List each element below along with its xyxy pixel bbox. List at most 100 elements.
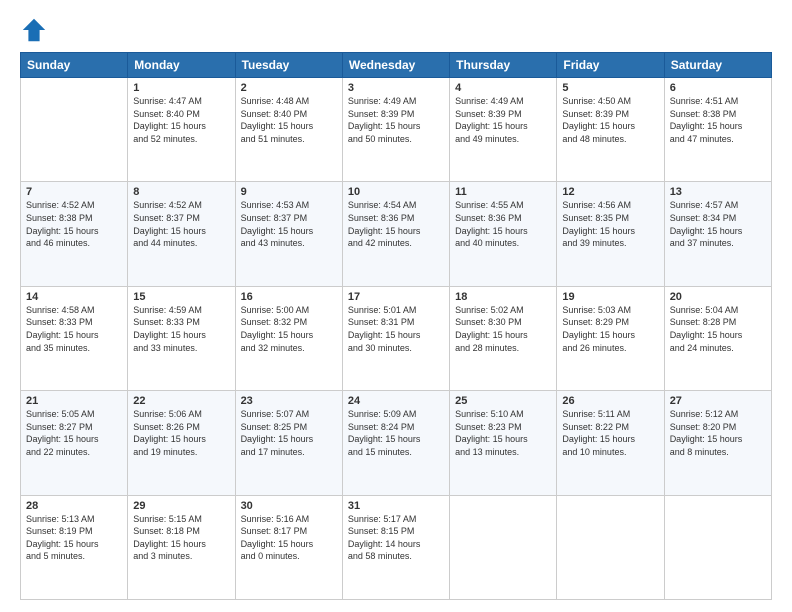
weekday-header-tuesday: Tuesday [235,53,342,78]
day-info-line: and 19 minutes. [133,446,229,459]
day-info-line: Daylight: 15 hours [455,329,551,342]
day-cell: 31Sunrise: 5:17 AMSunset: 8:15 PMDayligh… [342,495,449,599]
day-info-line: Sunset: 8:38 PM [670,108,766,121]
day-info-line: Daylight: 15 hours [241,329,337,342]
day-info-line: Daylight: 15 hours [26,433,122,446]
day-cell: 22Sunrise: 5:06 AMSunset: 8:26 PMDayligh… [128,391,235,495]
day-number: 17 [348,291,444,303]
day-info-line: and 15 minutes. [348,446,444,459]
day-info-line: Sunset: 8:31 PM [348,316,444,329]
day-info-line: and 0 minutes. [241,550,337,563]
day-cell: 11Sunrise: 4:55 AMSunset: 8:36 PMDayligh… [450,182,557,286]
day-info-line: and 46 minutes. [26,237,122,250]
day-number: 30 [241,500,337,512]
day-info-line: Sunrise: 5:07 AM [241,408,337,421]
week-row-3: 14Sunrise: 4:58 AMSunset: 8:33 PMDayligh… [21,286,772,390]
day-info-line: Daylight: 15 hours [26,329,122,342]
day-number: 18 [455,291,551,303]
day-info-line: and 51 minutes. [241,133,337,146]
day-cell: 5Sunrise: 4:50 AMSunset: 8:39 PMDaylight… [557,78,664,182]
day-info-line: Daylight: 15 hours [670,120,766,133]
day-info-line: Daylight: 15 hours [562,225,658,238]
day-info-line: Sunrise: 5:02 AM [455,304,551,317]
day-cell: 14Sunrise: 4:58 AMSunset: 8:33 PMDayligh… [21,286,128,390]
day-info-line: Sunrise: 5:11 AM [562,408,658,421]
day-cell [664,495,771,599]
header [20,16,772,44]
day-number: 19 [562,291,658,303]
day-cell: 6Sunrise: 4:51 AMSunset: 8:38 PMDaylight… [664,78,771,182]
weekday-header-thursday: Thursday [450,53,557,78]
day-info-line: Sunset: 8:40 PM [241,108,337,121]
day-number: 12 [562,186,658,198]
day-number: 2 [241,82,337,94]
day-cell: 21Sunrise: 5:05 AMSunset: 8:27 PMDayligh… [21,391,128,495]
day-info-line: Sunset: 8:32 PM [241,316,337,329]
day-number: 1 [133,82,229,94]
calendar: SundayMondayTuesdayWednesdayThursdayFrid… [20,52,772,600]
day-info-line: Daylight: 15 hours [26,538,122,551]
day-info-line: Daylight: 15 hours [241,120,337,133]
day-number: 3 [348,82,444,94]
day-cell: 12Sunrise: 4:56 AMSunset: 8:35 PMDayligh… [557,182,664,286]
day-info-line: and 48 minutes. [562,133,658,146]
day-info-line: Daylight: 15 hours [455,225,551,238]
day-info-line: Sunrise: 5:03 AM [562,304,658,317]
day-number: 21 [26,395,122,407]
day-info-line: Sunset: 8:33 PM [133,316,229,329]
day-info-line: Sunset: 8:23 PM [455,421,551,434]
day-info-line: Daylight: 15 hours [348,225,444,238]
day-number: 5 [562,82,658,94]
day-info-line: and 50 minutes. [348,133,444,146]
day-cell [557,495,664,599]
day-number: 26 [562,395,658,407]
day-info-line: Daylight: 15 hours [348,120,444,133]
day-number: 14 [26,291,122,303]
day-info-line: Sunset: 8:29 PM [562,316,658,329]
day-info-line: and 32 minutes. [241,342,337,355]
day-info-line: Sunrise: 5:04 AM [670,304,766,317]
day-info-line: Sunset: 8:17 PM [241,525,337,538]
day-number: 11 [455,186,551,198]
day-info-line: Daylight: 15 hours [26,225,122,238]
day-cell: 27Sunrise: 5:12 AMSunset: 8:20 PMDayligh… [664,391,771,495]
day-info-line: Sunrise: 4:52 AM [133,199,229,212]
day-info-line: Sunset: 8:15 PM [348,525,444,538]
day-cell: 2Sunrise: 4:48 AMSunset: 8:40 PMDaylight… [235,78,342,182]
day-cell [21,78,128,182]
day-number: 25 [455,395,551,407]
day-info-line: Sunrise: 5:01 AM [348,304,444,317]
day-info-line: Sunrise: 5:13 AM [26,513,122,526]
day-number: 23 [241,395,337,407]
day-info-line: and 5 minutes. [26,550,122,563]
day-info-line: Sunset: 8:25 PM [241,421,337,434]
day-cell: 29Sunrise: 5:15 AMSunset: 8:18 PMDayligh… [128,495,235,599]
day-info-line: Sunset: 8:39 PM [348,108,444,121]
day-number: 20 [670,291,766,303]
day-info-line: Sunrise: 4:54 AM [348,199,444,212]
logo-icon [20,16,48,44]
day-info-line: Daylight: 15 hours [670,329,766,342]
day-info-line: Sunrise: 4:51 AM [670,95,766,108]
day-info-line: Daylight: 15 hours [348,329,444,342]
day-info-line: Sunrise: 5:12 AM [670,408,766,421]
day-info-line: Sunrise: 4:53 AM [241,199,337,212]
day-info-line: and 40 minutes. [455,237,551,250]
week-row-2: 7Sunrise: 4:52 AMSunset: 8:38 PMDaylight… [21,182,772,286]
day-info-line: Sunset: 8:40 PM [133,108,229,121]
day-cell: 9Sunrise: 4:53 AMSunset: 8:37 PMDaylight… [235,182,342,286]
day-cell: 13Sunrise: 4:57 AMSunset: 8:34 PMDayligh… [664,182,771,286]
day-number: 9 [241,186,337,198]
day-info-line: Daylight: 15 hours [133,225,229,238]
day-info-line: and 44 minutes. [133,237,229,250]
day-info-line: and 8 minutes. [670,446,766,459]
day-info-line: and 13 minutes. [455,446,551,459]
day-info-line: Sunset: 8:34 PM [670,212,766,225]
page: SundayMondayTuesdayWednesdayThursdayFrid… [0,0,792,612]
day-info-line: Sunset: 8:35 PM [562,212,658,225]
day-info-line: Daylight: 15 hours [348,433,444,446]
day-info-line: Daylight: 15 hours [133,329,229,342]
day-info-line: Sunset: 8:39 PM [562,108,658,121]
day-info-line: Sunrise: 4:59 AM [133,304,229,317]
day-number: 24 [348,395,444,407]
